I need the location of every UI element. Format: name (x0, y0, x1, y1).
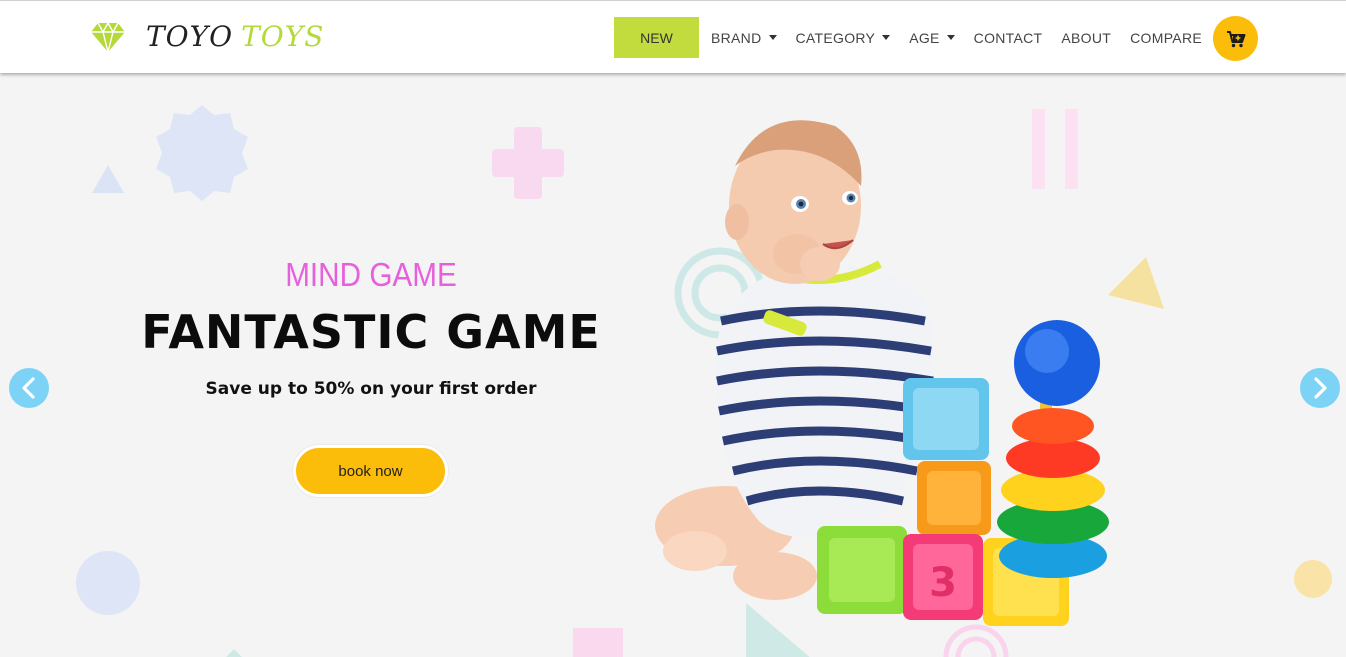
hero-title: FANTASTIC GAME (141, 305, 601, 359)
nav-item-label: CATEGORY (795, 29, 876, 46)
cart-icon (1226, 30, 1245, 47)
nav-item-label: BRAND (711, 29, 762, 46)
hero-caption: MIND GAME FANTASTIC GAME Save up to 50% … (140, 253, 602, 401)
caret-down-icon (882, 35, 891, 40)
decor-badge-shape (156, 105, 248, 201)
nav-item-label: AGE (909, 29, 940, 46)
slider-next-button[interactable] (1300, 368, 1340, 408)
caret-down-icon (946, 35, 955, 40)
nav-item-contact[interactable]: CONTACT (974, 17, 1043, 58)
nav-item-age[interactable]: AGE (909, 17, 955, 58)
nav-new-button[interactable]: NEW (614, 17, 699, 58)
decor-plus-shape (492, 127, 564, 199)
slider-prev-button[interactable] (9, 368, 49, 408)
decor-circle-yellow (1294, 560, 1332, 598)
chevron-left-icon (22, 377, 35, 399)
nav-item-about[interactable]: ABOUT (1061, 17, 1111, 58)
decor-triangle-blue (92, 165, 124, 193)
baby-with-toys-image: 3 (655, 120, 1109, 626)
svg-text:3: 3 (929, 560, 957, 606)
hero-description: Save up to 50% on your first order (205, 379, 537, 399)
brand-logo[interactable]: TOYO TOYS (90, 17, 324, 57)
nav-item-category[interactable]: CATEGORY (796, 17, 891, 58)
diamond-icon (91, 21, 125, 53)
decor-square-pink (573, 628, 623, 657)
chevron-right-icon (1314, 377, 1327, 399)
brand-word-2: TOYS (241, 20, 325, 53)
book-now-button[interactable]: book now (293, 445, 448, 497)
brand-name: TOYO TOYS (146, 17, 324, 57)
hero-slider: MIND GAME FANTASTIC GAME Save up to 50% … (0, 73, 1346, 657)
nav-item-compare[interactable]: COMPARE (1130, 17, 1202, 58)
nav-item-label: COMPARE (1130, 29, 1202, 46)
decor-rings-pink (943, 624, 1009, 657)
site-header: TOYO TOYS NEW BRAND CATEGORY AGE CONTACT … (0, 0, 1346, 73)
cart-button[interactable] (1213, 16, 1258, 61)
decor-circle-blue (76, 551, 140, 615)
decor-triangle-small-teal (226, 649, 242, 657)
nav-item-label: ABOUT (1061, 29, 1112, 46)
main-nav: NEW BRAND CATEGORY AGE CONTACT ABOUT COM… (614, 17, 1221, 58)
hero-subtitle: MIND GAME (285, 256, 457, 293)
nav-item-brand[interactable]: BRAND (711, 17, 777, 58)
brand-word-1: TOYO (146, 20, 234, 53)
caret-down-icon (768, 35, 777, 40)
nav-item-label: CONTACT (973, 29, 1043, 46)
